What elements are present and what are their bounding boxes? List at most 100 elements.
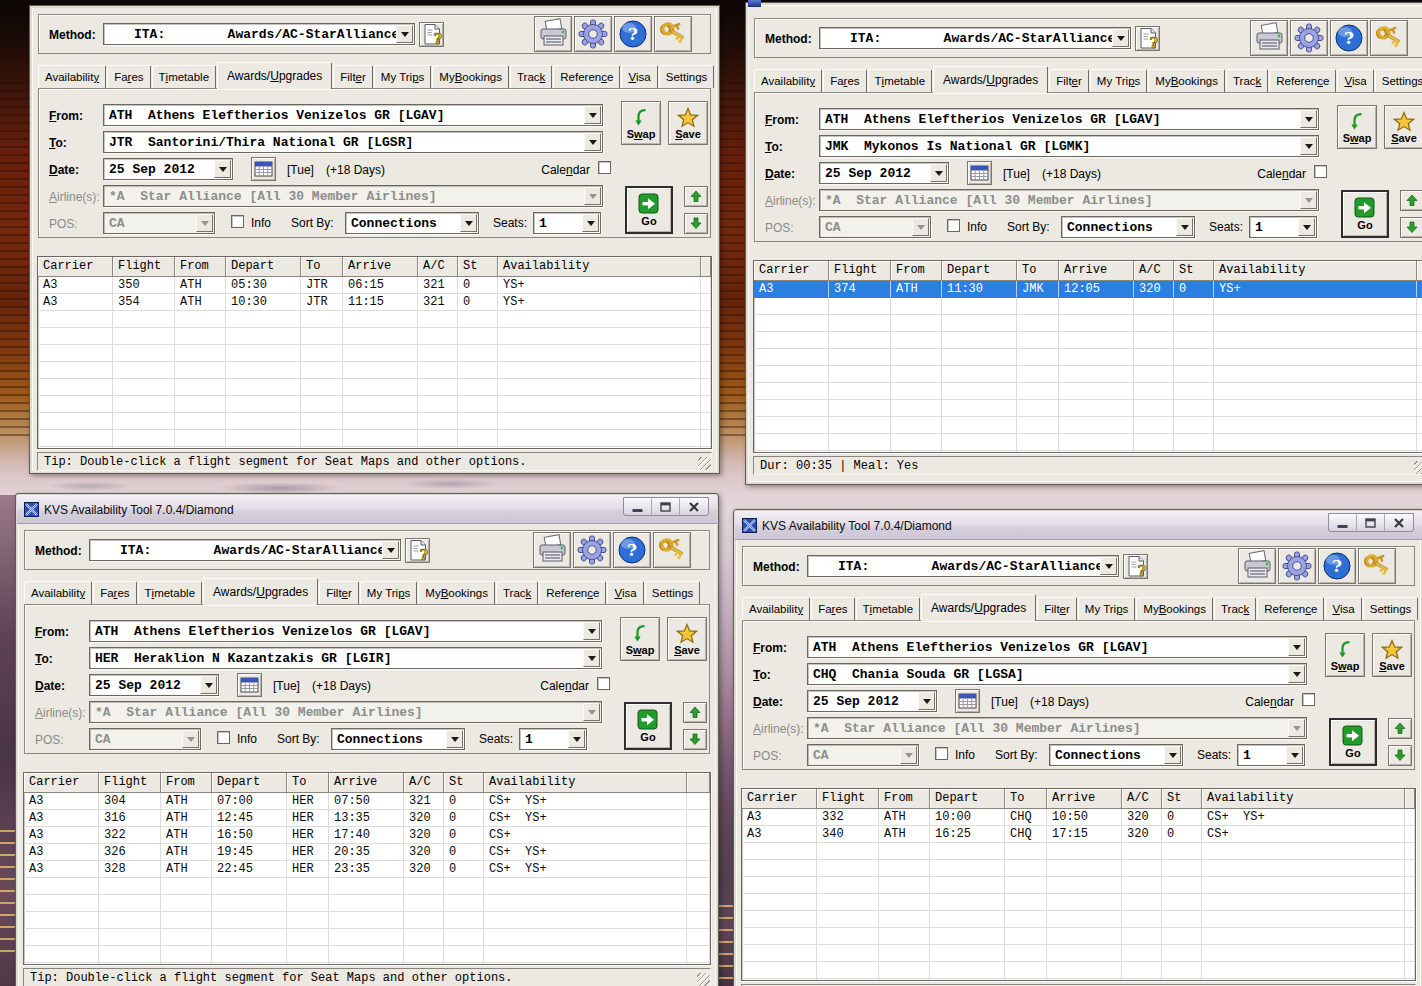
method-select[interactable]: ITA: Awards/AC-StarAlliance xyxy=(103,23,415,45)
help-button[interactable]: ? xyxy=(1330,20,1368,56)
titlebar[interactable]: KVS Availability Tool 7.0.4/Diamond xyxy=(17,495,717,524)
resize-grip[interactable] xyxy=(697,973,710,986)
column-header-from[interactable]: From xyxy=(879,789,930,809)
column-header-flight[interactable]: Flight xyxy=(99,773,161,793)
date-select[interactable]: 25 Sep 2012 xyxy=(807,690,937,712)
dropdown-arrow-button[interactable] xyxy=(930,164,947,182)
dropdown-arrow-button[interactable] xyxy=(1176,218,1193,236)
to-select[interactable]: JMK Mykonos Is National GR [LGMK] xyxy=(819,135,1319,157)
column-header-carrier[interactable]: Carrier xyxy=(24,773,99,793)
tab-visa[interactable]: Visa xyxy=(1325,597,1361,620)
save-button[interactable]: Save xyxy=(667,617,707,661)
method-select[interactable]: ITA: Awards/AC-StarAlliance xyxy=(89,539,401,561)
table-row[interactable]: A3354ATH10:30JTR11:153210YS+ xyxy=(38,294,711,311)
help-button[interactable]: ? xyxy=(1318,548,1356,584)
next-day-button[interactable] xyxy=(1400,217,1422,238)
save-button[interactable]: Save xyxy=(668,101,708,145)
tab-awards-upgrades[interactable]: Awards/Upgrades xyxy=(203,578,318,605)
column-header-depart[interactable]: Depart xyxy=(212,773,287,793)
tab-availability[interactable]: Availability xyxy=(754,69,822,92)
seats-select[interactable]: 1 xyxy=(1249,216,1317,238)
dropdown-arrow-button[interactable] xyxy=(460,214,477,232)
column-header-depart[interactable]: Depart xyxy=(942,261,1017,281)
column-header-carrier[interactable]: Carrier xyxy=(754,261,829,281)
method-select[interactable]: ITA: Awards/AC-StarAlliance xyxy=(807,555,1119,577)
previous-day-button[interactable] xyxy=(1388,718,1412,739)
titlebar[interactable]: KVS Availability Tool 7.0.4/Diamond xyxy=(735,511,1422,540)
column-header-st[interactable]: St xyxy=(444,773,484,793)
column-header-arrive[interactable]: Arrive xyxy=(343,257,418,277)
context-help-button[interactable]: ? xyxy=(1135,26,1160,51)
next-day-button[interactable] xyxy=(683,729,707,750)
go-button[interactable]: Go xyxy=(625,186,673,234)
tab-my-trips[interactable]: My Trips xyxy=(1078,597,1135,620)
previous-day-button[interactable] xyxy=(1400,190,1422,211)
column-header-from[interactable]: From xyxy=(891,261,942,281)
calendar-picker-button[interactable] xyxy=(237,673,262,697)
tab-availability[interactable]: Availability xyxy=(24,581,92,604)
dropdown-arrow-button[interactable] xyxy=(396,25,413,43)
sort-by-select[interactable]: Connections xyxy=(1061,216,1195,238)
column-header-st[interactable]: St xyxy=(1162,789,1202,809)
tab-reference[interactable]: Reference xyxy=(539,581,606,604)
close-button[interactable] xyxy=(1385,514,1413,531)
dropdown-arrow-button[interactable] xyxy=(200,676,217,694)
dropdown-arrow-button[interactable] xyxy=(1112,29,1129,47)
column-header-flight[interactable]: Flight xyxy=(817,789,879,809)
gear-button[interactable] xyxy=(573,532,611,568)
dropdown-arrow-button[interactable] xyxy=(583,622,600,640)
dropdown-arrow-button[interactable] xyxy=(1288,638,1305,656)
table-row[interactable]: A3374ATH11:30JMK12:053200YS+ xyxy=(754,281,1422,298)
tab-track[interactable]: Track xyxy=(510,65,552,88)
column-header-carrier[interactable]: Carrier xyxy=(742,789,817,809)
tab-my-trips[interactable]: My Trips xyxy=(374,65,431,88)
tab-settings[interactable]: Settings xyxy=(659,65,715,88)
column-header-availability[interactable]: Availability xyxy=(1214,261,1417,281)
minimize-button[interactable] xyxy=(1329,514,1357,531)
tab-track[interactable]: Track xyxy=(1226,69,1268,92)
calendar-picker-button[interactable] xyxy=(251,157,276,181)
info-checkbox[interactable] xyxy=(947,219,960,232)
tab-fares[interactable]: Fares xyxy=(811,597,854,620)
sort-by-select[interactable]: Connections xyxy=(1049,744,1183,766)
column-header-availability[interactable]: Availability xyxy=(484,773,687,793)
column-header-from[interactable]: From xyxy=(175,257,226,277)
method-select[interactable]: ITA: Awards/AC-StarAlliance xyxy=(819,27,1131,49)
tab-settings[interactable]: Settings xyxy=(1375,69,1422,92)
tab-fares[interactable]: Fares xyxy=(93,581,136,604)
close-button[interactable] xyxy=(680,498,708,515)
help-button[interactable]: ? xyxy=(614,16,652,52)
tab-reference[interactable]: Reference xyxy=(1269,69,1336,92)
table-row[interactable]: A3322ATH16:50HER17:403200CS+ xyxy=(24,827,710,844)
tab-awards-upgrades[interactable]: Awards/Upgrades xyxy=(933,66,1048,93)
tab-my-bookings[interactable]: My Bookings xyxy=(432,65,509,88)
next-day-button[interactable] xyxy=(684,213,708,234)
tab-filter[interactable]: Filter xyxy=(1037,597,1077,620)
sort-by-select[interactable]: Connections xyxy=(345,212,479,234)
resize-grip[interactable] xyxy=(698,457,711,470)
tab-awards-upgrades[interactable]: Awards/Upgrades xyxy=(217,62,332,89)
seats-select[interactable]: 1 xyxy=(1237,744,1305,766)
keys-button[interactable] xyxy=(654,16,692,52)
column-header-to[interactable]: To xyxy=(287,773,329,793)
tab-awards-upgrades[interactable]: Awards/Upgrades xyxy=(921,594,1036,621)
column-header-arrive[interactable]: Arrive xyxy=(1059,261,1134,281)
dropdown-arrow-button[interactable] xyxy=(1300,137,1317,155)
seats-select[interactable]: 1 xyxy=(533,212,601,234)
calendar-picker-button[interactable] xyxy=(955,689,980,713)
keys-button[interactable] xyxy=(1358,548,1396,584)
gear-button[interactable] xyxy=(1290,20,1328,56)
column-header-availability[interactable]: Availability xyxy=(1202,789,1405,809)
table-row[interactable]: A3332ATH10:00CHQ10:503200CS+ YS+ xyxy=(742,809,1415,826)
dropdown-arrow-button[interactable] xyxy=(1100,557,1117,575)
column-header-a-c[interactable]: A/C xyxy=(1122,789,1162,809)
table-row[interactable]: A3350ATH05:30JTR06:153210YS+ xyxy=(38,277,711,294)
column-header-a-c[interactable]: A/C xyxy=(404,773,444,793)
date-select[interactable]: 25 Sep 2012 xyxy=(819,162,949,184)
keys-button[interactable] xyxy=(653,532,691,568)
calendar-checkbox[interactable] xyxy=(1302,693,1315,706)
table-row[interactable]: A3340ATH16:25CHQ17:153200CS+ xyxy=(742,826,1415,843)
tab-my-bookings[interactable]: My Bookings xyxy=(418,581,495,604)
tab-my-trips[interactable]: My Trips xyxy=(1090,69,1147,92)
tab-fares[interactable]: Fares xyxy=(823,69,866,92)
